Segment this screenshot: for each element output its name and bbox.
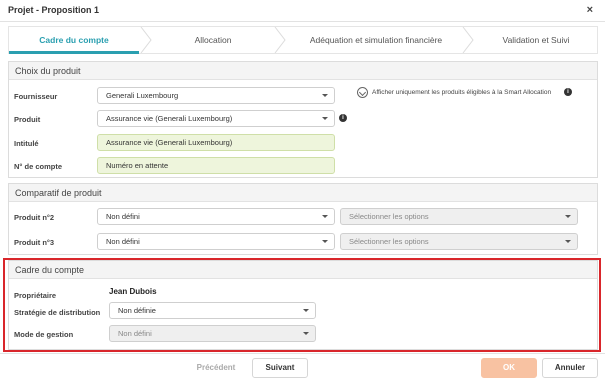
produit2-select[interactable]: Non défini (97, 208, 335, 225)
step-separator-icon (273, 27, 287, 53)
section-header: Choix du produit (9, 62, 597, 80)
chevron-down-icon (322, 117, 328, 120)
dialog-titlebar: Projet - Proposition 1 × (0, 0, 605, 22)
cancel-button[interactable]: Annuler (542, 358, 598, 378)
chevron-down-icon (322, 215, 328, 218)
produit-value: Assurance vie (Generali Luxembourg) (106, 114, 233, 123)
produit2-value: Non défini (106, 212, 140, 221)
produit-select[interactable]: Assurance vie (Generali Luxembourg) (97, 110, 335, 127)
chevron-down-icon (565, 240, 571, 243)
produit-label: Produit (14, 115, 41, 124)
produit2-options-value: Sélectionner les options (349, 212, 429, 221)
produit2-label: Produit n°2 (14, 213, 55, 222)
smart-allocation-toggle-icon[interactable] (357, 87, 368, 98)
fournisseur-value: Generali Luxembourg (106, 91, 179, 100)
compte-field[interactable]: Numéro en attente (97, 157, 335, 174)
fournisseur-select[interactable]: Generali Luxembourg (97, 87, 335, 104)
produit3-options-select[interactable]: Sélectionner les options (340, 233, 578, 250)
step-validation[interactable]: Validation et Suivi (475, 27, 597, 53)
chevron-down-icon (322, 94, 328, 97)
close-icon[interactable]: × (587, 4, 593, 16)
step-allocation[interactable]: Allocation (153, 27, 273, 53)
produit3-options-value: Sélectionner les options (349, 237, 429, 246)
step-cadre-du-compte[interactable]: Cadre du compte (9, 27, 139, 54)
step-separator-icon (461, 27, 475, 53)
dialog-title: Projet - Proposition 1 (8, 5, 100, 15)
produit3-value: Non défini (106, 237, 140, 246)
highlight-frame (3, 258, 601, 352)
smart-allocation-text: Afficher uniquement les produits éligibl… (372, 89, 552, 96)
intitule-field[interactable]: Assurance vie (Generali Luxembourg) (97, 134, 335, 151)
step-adequation[interactable]: Adéquation et simulation financière (287, 27, 465, 53)
previous-button[interactable]: Précédent (186, 358, 246, 378)
info-icon[interactable]: i (339, 114, 347, 122)
produit3-select[interactable]: Non défini (97, 233, 335, 250)
step-separator-icon (139, 27, 153, 53)
section-header: Comparatif de produit (9, 184, 597, 202)
chevron-down-icon (565, 215, 571, 218)
intitule-label: Intitulé (14, 139, 39, 148)
next-button[interactable]: Suivant (252, 358, 308, 378)
dialog-footer: Précédent Suivant OK Annuler (0, 353, 605, 381)
ok-button[interactable]: OK (481, 358, 537, 378)
produit3-label: Produit n°3 (14, 238, 55, 247)
produit2-options-select[interactable]: Sélectionner les options (340, 208, 578, 225)
compte-label: N° de compte (14, 162, 63, 171)
fournisseur-label: Fournisseur (14, 92, 58, 101)
chevron-down-icon (322, 240, 328, 243)
info-icon[interactable]: i (564, 88, 572, 96)
wizard-steps: Cadre du compte Allocation Adéquation et… (8, 26, 598, 54)
